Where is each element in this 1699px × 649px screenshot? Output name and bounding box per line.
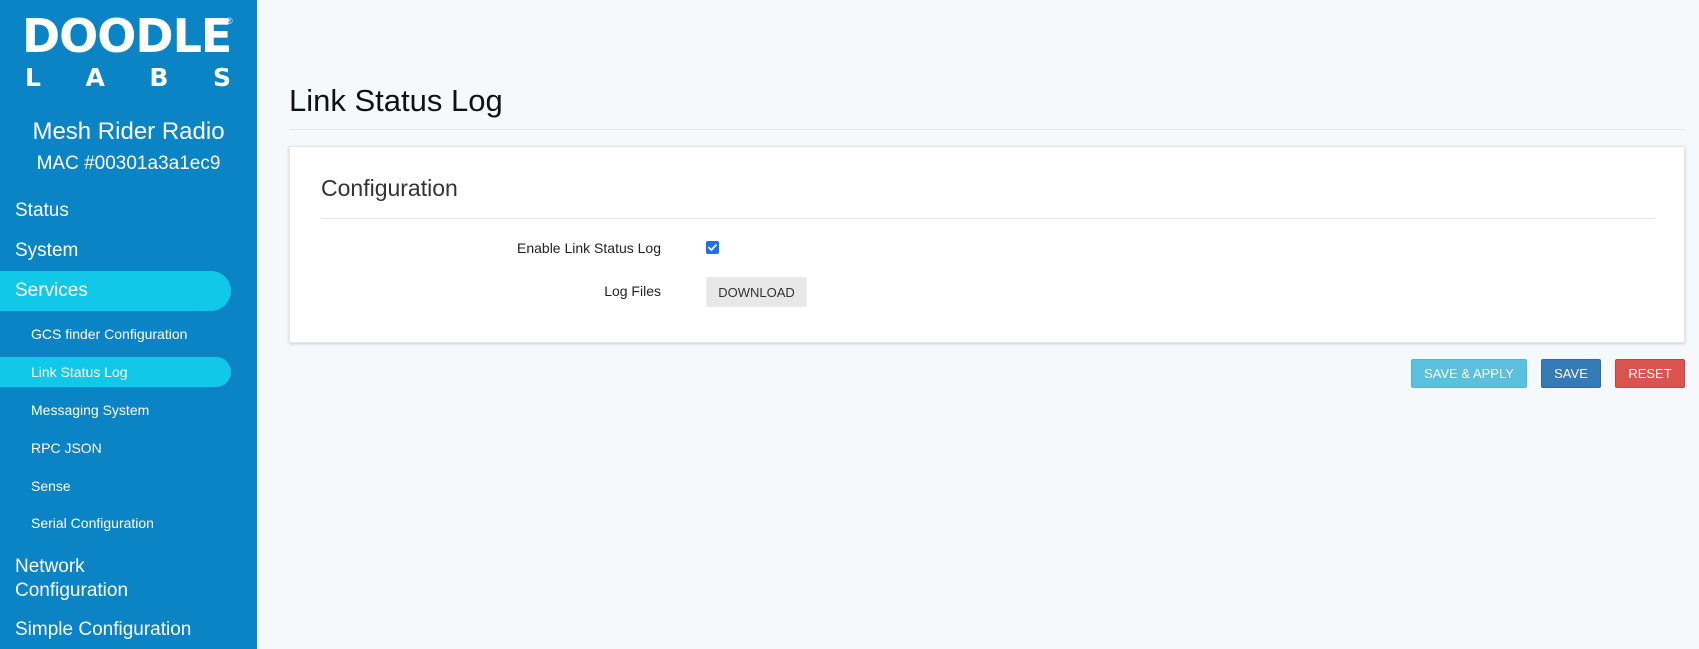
nav-network-line1: Network xyxy=(15,556,85,577)
doodle-labs-logo[interactable]: DOODLE ® L A B S xyxy=(22,9,237,92)
enable-link-status-log-label: Enable Link Status Log xyxy=(517,240,661,256)
nav-simple-configuration[interactable]: Simple Configuration xyxy=(15,618,191,642)
sidebar: DOODLE ® L A B S Mesh Rider Radio MAC #0… xyxy=(0,0,257,649)
logo-sub-letter: L xyxy=(25,63,41,92)
configuration-card: Configuration Enable Link Status Log Log… xyxy=(289,146,1685,343)
section-divider xyxy=(321,218,1655,219)
logo-sub-text: L A B S xyxy=(25,64,231,92)
reset-button[interactable]: RESET xyxy=(1615,359,1685,388)
logo-sub-letter: A xyxy=(85,63,105,92)
nav-sub-link-status-log[interactable]: Link Status Log xyxy=(31,363,128,381)
nav-sub-sense[interactable]: Sense xyxy=(31,477,71,495)
device-mac: MAC #00301a3a1ec9 xyxy=(36,153,221,174)
download-button[interactable]: DOWNLOAD xyxy=(706,277,807,307)
checkmark-icon xyxy=(708,244,717,251)
device-name: Mesh Rider Radio xyxy=(32,118,225,145)
nav-network-line2: Configuration xyxy=(15,580,129,601)
nav-system[interactable]: System xyxy=(15,239,78,263)
logo-sub-letter: S xyxy=(212,63,231,92)
save-button[interactable]: SAVE xyxy=(1541,359,1601,388)
nav-sub-rpc-json[interactable]: RPC JSON xyxy=(31,439,102,457)
logo-main-text: DOODLE xyxy=(22,9,232,63)
save-apply-button[interactable]: SAVE & APPLY xyxy=(1411,359,1527,388)
logo-sub-letter: B xyxy=(149,63,169,92)
nav-services[interactable]: Services xyxy=(15,279,88,303)
nav-sub-serial-configuration[interactable]: Serial Configuration xyxy=(31,514,154,532)
title-divider xyxy=(289,129,1685,130)
nav-sub-gcs-finder[interactable]: GCS finder Configuration xyxy=(31,325,187,343)
log-files-label: Log Files xyxy=(604,283,661,299)
logo-registered-mark: ® xyxy=(226,16,233,26)
nav-network-configuration[interactable]: Network Configuration xyxy=(15,555,128,603)
enable-link-status-log-checkbox[interactable] xyxy=(706,241,719,254)
nav-status[interactable]: Status xyxy=(15,199,69,223)
nav-sub-messaging-system[interactable]: Messaging System xyxy=(31,401,149,419)
section-title: Configuration xyxy=(321,175,458,201)
page-title: Link Status Log xyxy=(289,83,503,118)
